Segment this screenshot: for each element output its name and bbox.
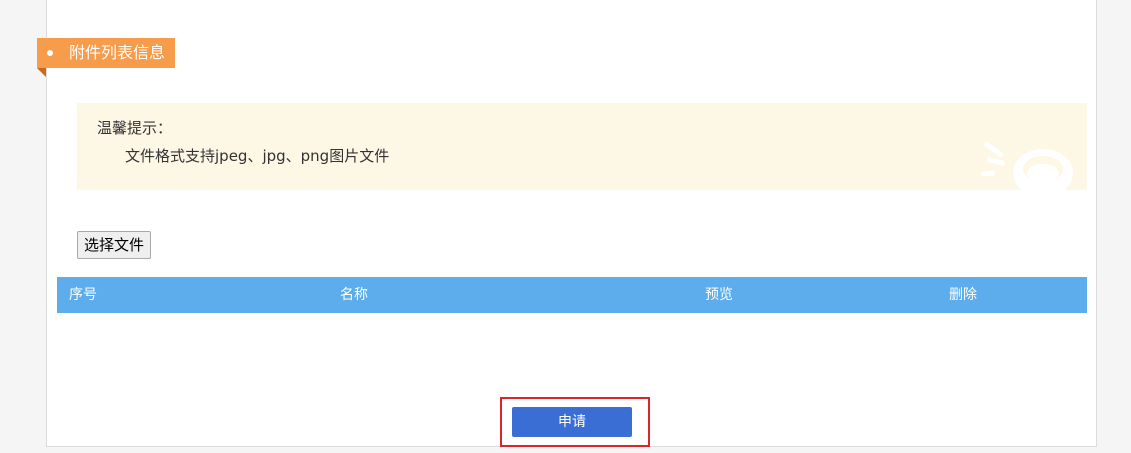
column-header-index: 序号 [69,287,97,303]
column-header-preview: 预览 [705,287,733,303]
attachment-table-header: 序号 名称 预览 删除 [57,277,1087,313]
hand-clap-illustration-icon [981,141,1073,190]
content-panel [46,0,1097,447]
apply-button[interactable]: 申请 [512,407,632,437]
choose-file-button[interactable]: 选择文件 [77,231,152,259]
ribbon-fold-icon [37,68,46,77]
column-header-name: 名称 [340,287,368,303]
tip-title: 温馨提示： [97,119,173,137]
tip-box: 温馨提示： 文件格式支持jpeg、jpg、png图片文件 [77,103,1087,190]
tip-text: 文件格式支持jpeg、jpg、png图片文件 [125,147,390,165]
section-title: 附件列表信息 [69,43,166,62]
section-header-attachments: 附件列表信息 [37,38,175,68]
column-header-delete: 删除 [949,287,977,303]
bullet-dot-icon [47,50,53,56]
